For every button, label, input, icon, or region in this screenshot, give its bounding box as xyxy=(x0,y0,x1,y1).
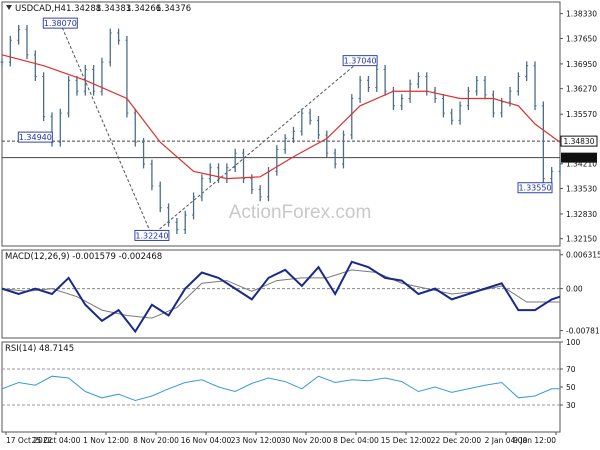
symbol-title: USDCAD,H4 xyxy=(15,4,66,14)
rsi-line xyxy=(1,375,560,402)
rsi-y-tick-label: 100 xyxy=(566,338,581,347)
price-y-tick-label: 1.36270 xyxy=(566,85,597,94)
macd-title: MACD(12,26,9) -0.001579 -0.002468 xyxy=(5,252,162,262)
x-tick-label: 9 Jan 12:00 xyxy=(513,436,556,445)
x-tick-label: 8 Nov 20:00 xyxy=(133,436,179,445)
trendline xyxy=(59,22,153,236)
rsi-title: RSI(14) 48.7145 xyxy=(5,344,74,354)
price-y-tick-label: 1.32150 xyxy=(566,235,597,244)
annotation-label: 1.33550 xyxy=(518,184,551,193)
rsi-y-tick-label: 70 xyxy=(566,365,576,374)
x-tick-label: 23 Nov 12:00 xyxy=(231,436,282,445)
current-price-tag-text: 1.34376 xyxy=(563,154,594,163)
price-y-tick-label: 1.33530 xyxy=(566,184,597,193)
rsi-y-tick-label: 50 xyxy=(566,383,576,392)
annotation-label: 1.32240 xyxy=(135,231,168,240)
x-tick-label: 25 Oct 04:00 xyxy=(32,436,81,445)
annotation-label: 1.37040 xyxy=(344,57,377,66)
macd-y-tick-label: 0.00 xyxy=(566,285,583,294)
macd-signal-line xyxy=(1,269,560,319)
chart-svg: ActionForex.com 1.38330 1.37650 1.36950 1.36… xyxy=(0,1,600,445)
rsi-y-tick-label: 30 xyxy=(566,401,576,410)
macd-main-line xyxy=(1,260,561,334)
resistance-price-tag-text: 1.34830 xyxy=(563,137,594,146)
watermark-text: ActionForex.com xyxy=(229,202,372,223)
annotation-label: 1.34940 xyxy=(19,133,52,142)
x-tick-label: 15 Dec 12:00 xyxy=(381,436,432,445)
macd-y-tick-label: -0.007818 xyxy=(566,327,600,336)
x-tick-label: 16 Nov 04:00 xyxy=(181,436,232,445)
x-tick-label: 22 Dec 20:00 xyxy=(431,436,482,445)
price-y-tick-label: 1.37650 xyxy=(566,34,597,43)
price-y-tick-label: 1.36950 xyxy=(566,60,597,69)
chart-root: ActionForex.com 1.38330 1.37650 1.36950 1.36… xyxy=(0,0,600,450)
price-y-tick-label: 1.38330 xyxy=(566,10,597,19)
x-tick-label: 30 Nov 20:00 xyxy=(281,436,332,445)
x-tick-label: 1 Nov 12:00 xyxy=(83,436,129,445)
x-tick-label: 8 Dec 04:00 xyxy=(333,436,379,445)
annotation-label: 1.38070 xyxy=(44,19,77,28)
macd-pane-frame xyxy=(1,249,561,339)
dropdown-arrow-icon[interactable] xyxy=(6,5,12,10)
macd-y-tick-label: 0.006315 xyxy=(566,251,600,260)
price-y-tick-label: 1.32830 xyxy=(566,210,597,219)
ohlc-close: 1.34376 xyxy=(156,4,191,14)
price-y-tick-label: 1.35570 xyxy=(566,110,597,119)
